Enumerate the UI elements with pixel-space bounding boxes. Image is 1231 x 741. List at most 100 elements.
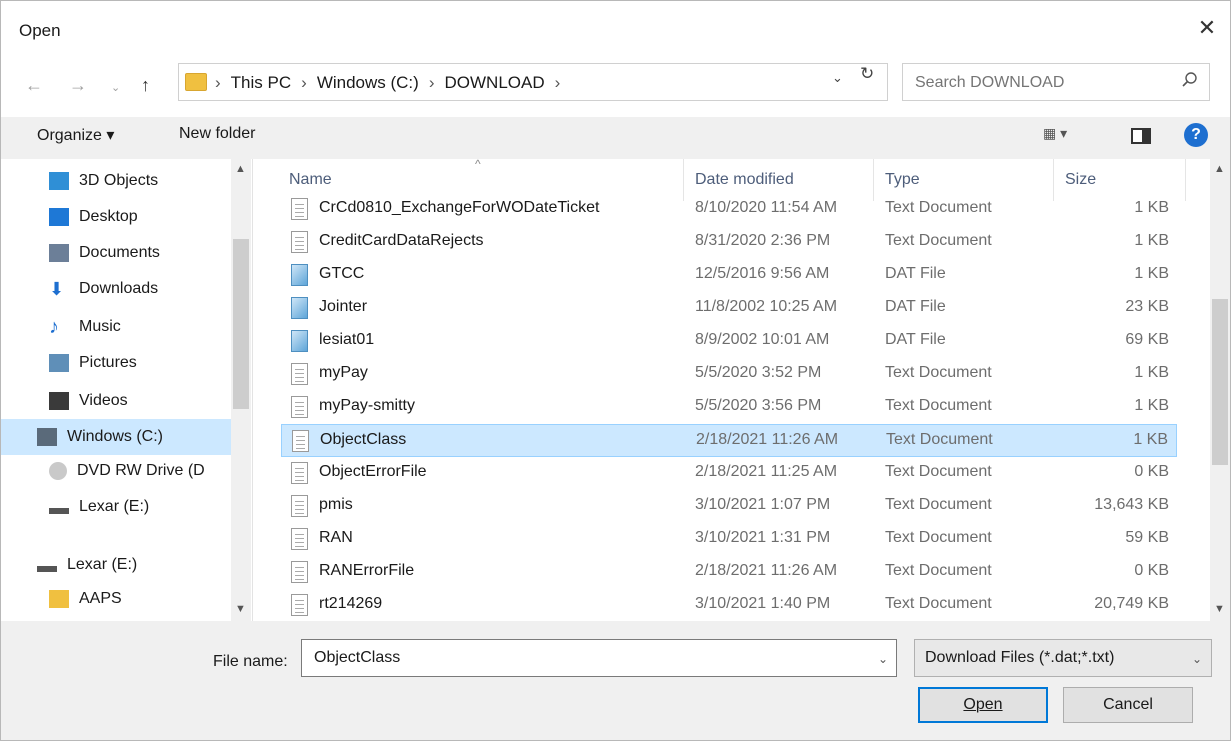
file-type-filter-value: Download Files (*.dat;*.txt)	[925, 649, 1115, 666]
table-row[interactable]: rt214269 3/10/2021 1:40 PM Text Document 20…	[281, 589, 1177, 621]
cell-date: 2/18/2021 11:26 AM	[696, 431, 839, 448]
cell-name: myPay	[319, 364, 368, 381]
table-row[interactable]: RAN 3/10/2021 1:31 PM Text Document 59 KB	[281, 523, 1177, 556]
text-document-icon	[291, 198, 308, 220]
text-document-icon	[291, 231, 308, 253]
back-arrow-icon[interactable]: ←	[25, 75, 43, 96]
scrollbar-thumb[interactable]	[233, 239, 249, 409]
sidebar-item-label: Videos	[79, 392, 128, 409]
table-row[interactable]: Jointer 11/8/2002 10:25 AM DAT File 23 KB	[281, 292, 1177, 325]
refresh-icon[interactable]: ↻	[860, 64, 874, 84]
cell-size: 1 KB	[1134, 265, 1169, 282]
text-document-icon	[291, 594, 308, 616]
sidebar-item[interactable]: Windows (C:)	[1, 419, 231, 455]
file-name-field[interactable]: ObjectClass ⌄	[301, 639, 897, 677]
table-row[interactable]: lesiat01 8/9/2002 10:01 AM DAT File 69 KB	[281, 325, 1177, 358]
breadcrumb-this-pc[interactable]: This PC	[231, 73, 291, 93]
sidebar-item[interactable]: Lexar (E:)	[1, 489, 231, 525]
chevron-down-icon[interactable]: ⌄	[878, 652, 888, 666]
forward-arrow-icon[interactable]: →	[69, 75, 87, 96]
scroll-up-arrow-icon[interactable]: ▲	[235, 163, 246, 175]
cancel-button[interactable]: Cancel	[1063, 687, 1193, 723]
table-row[interactable]: ObjectClass 2/18/2021 11:26 AM Text Docume…	[281, 424, 1177, 457]
cell-type: Text Document	[885, 595, 992, 612]
table-row[interactable]: myPay 5/5/2020 3:52 PM Text Document 1 KB	[281, 358, 1177, 391]
sidebar-item[interactable]: Documents	[1, 235, 231, 271]
chevron-down-icon[interactable]: ⌄	[1192, 652, 1202, 666]
cell-size: 1 KB	[1134, 364, 1169, 381]
sidebar-item-label: Documents	[79, 244, 160, 261]
close-button[interactable]: ✕	[1192, 13, 1222, 43]
search-input[interactable]	[915, 72, 1165, 94]
breadcrumb-windows-c[interactable]: Windows (C:)	[317, 73, 419, 93]
column-divider[interactable]	[1185, 159, 1186, 201]
cell-type: DAT File	[885, 331, 946, 348]
table-row[interactable]: myPay-smitty 5/5/2020 3:56 PM Text Documen…	[281, 391, 1177, 424]
file-list-scrollbar[interactable]: ▲ ▼	[1210, 159, 1230, 621]
sidebar-item-label: Pictures	[79, 354, 137, 371]
text-document-icon	[291, 495, 308, 517]
scrollbar-thumb[interactable]	[1212, 299, 1228, 465]
table-row[interactable]: CreditCardDataRejects 8/31/2020 2:36 PM Te…	[281, 226, 1177, 259]
up-arrow-icon[interactable]: ↑	[141, 75, 150, 96]
navigation-pane-scrollbar[interactable]: ▲ ▼	[231, 159, 251, 621]
scroll-down-arrow-icon[interactable]: ▼	[1214, 603, 1225, 615]
scroll-up-arrow-icon[interactable]: ▲	[1214, 163, 1225, 175]
scroll-down-arrow-icon[interactable]: ▼	[235, 603, 246, 615]
sidebar-item-label: AAPS	[79, 590, 122, 607]
cell-type: Text Document	[885, 397, 992, 414]
cell-type: Text Document	[885, 529, 992, 546]
folder-icon	[185, 73, 207, 91]
open-file-dialog: Open ✕ ← → ⌄ ↑ › This PC › Windows (C:) …	[0, 0, 1231, 741]
navigation-pane: ▲ ▼ 3D Objects Desktop Documents ⬇ Downloads…	[1, 159, 253, 621]
sidebar-item[interactable]: AAPS	[1, 581, 231, 617]
table-row[interactable]: RANErrorFile 2/18/2021 11:26 AM Text Docum…	[281, 556, 1177, 589]
cell-date: 2/18/2021 11:25 AM	[695, 463, 838, 480]
cell-size: 69 KB	[1125, 331, 1169, 348]
breadcrumb-download[interactable]: DOWNLOAD	[445, 73, 545, 93]
cell-size: 23 KB	[1125, 298, 1169, 315]
open-button[interactable]: Open	[918, 687, 1048, 723]
cell-date: 12/5/2016 9:56 AM	[695, 265, 830, 282]
file-list: Name ^ Date modified Type Size ▲ ▼ CrCd0…	[253, 159, 1230, 621]
sidebar-item[interactable]: Pictures	[1, 345, 231, 381]
drive-icon	[37, 428, 57, 446]
file-type-filter[interactable]: Download Files (*.dat;*.txt) ⌄	[914, 639, 1212, 677]
cell-type: Text Document	[885, 496, 992, 513]
address-bar[interactable]: › This PC › Windows (C:) › DOWNLOAD ›	[178, 63, 888, 101]
cell-type: Text Document	[885, 364, 992, 381]
sidebar-item[interactable]: Lexar (E:)	[1, 547, 231, 583]
table-row[interactable]: ObjectErrorFile 2/18/2021 11:25 AM Text Do…	[281, 457, 1177, 490]
sidebar-item-label: Music	[79, 318, 121, 335]
new-folder-button[interactable]: New folder	[179, 125, 255, 143]
cell-size: 0 KB	[1134, 562, 1169, 579]
sidebar-item[interactable]: ⬇ Downloads	[1, 271, 231, 307]
sort-ascending-icon: ^	[475, 159, 481, 171]
help-icon[interactable]: ?	[1184, 123, 1208, 147]
text-document-icon	[291, 396, 308, 418]
cell-date: 3/10/2021 1:40 PM	[695, 595, 831, 612]
sidebar-item[interactable]: DVD RW Drive (D	[1, 453, 231, 489]
table-row[interactable]: CrCd0810_ExchangeForWODateTicket 8/10/202…	[281, 193, 1177, 226]
file-name-value[interactable]: ObjectClass	[314, 649, 400, 667]
address-history-chevron-icon[interactable]: ⌄	[832, 70, 843, 86]
sidebar-item[interactable]: ♪ Music	[1, 309, 231, 345]
recent-locations-chevron-icon[interactable]: ⌄	[111, 81, 120, 94]
table-row[interactable]: GTCC 12/5/2016 9:56 AM DAT File 1 KB	[281, 259, 1177, 292]
dat-file-icon	[291, 264, 308, 286]
cell-size: 1 KB	[1134, 397, 1169, 414]
sidebar-item[interactable]: 3D Objects	[1, 163, 231, 199]
desktop-icon	[49, 208, 69, 226]
table-row[interactable]: pmis 3/10/2021 1:07 PM Text Document 13,643…	[281, 490, 1177, 523]
breadcrumb-separator: ›	[428, 73, 435, 92]
organize-menu-button[interactable]: Organize ▾	[37, 125, 114, 145]
preview-pane-icon[interactable]	[1131, 128, 1151, 144]
sidebar-item[interactable]: Videos	[1, 383, 231, 419]
sidebar-item[interactable]: Desktop	[1, 199, 231, 235]
cell-name: lesiat01	[319, 331, 375, 348]
cell-type: Text Document	[885, 562, 992, 579]
cell-size: 0 KB	[1134, 463, 1169, 480]
change-view-button[interactable]: ▦ ▾	[1043, 125, 1067, 142]
search-box[interactable]	[902, 63, 1210, 101]
cell-name: RAN	[319, 529, 353, 546]
